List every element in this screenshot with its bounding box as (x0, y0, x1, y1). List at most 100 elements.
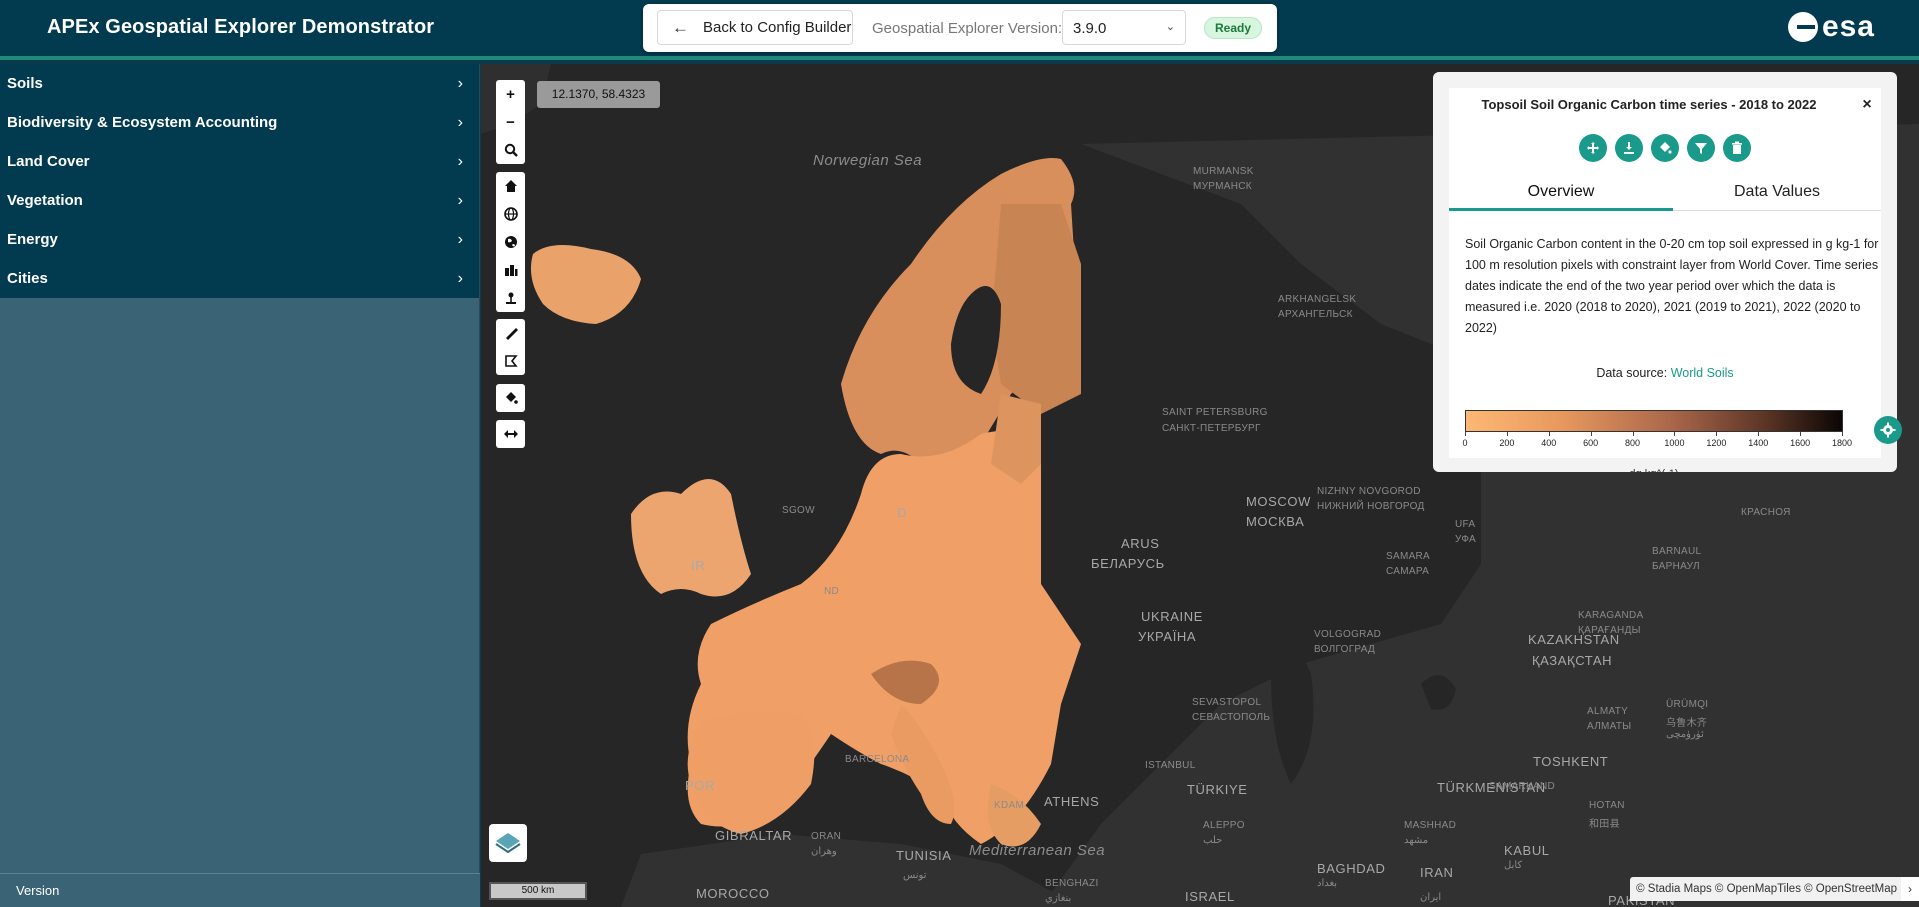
map-label: НИЖНИЙ НОВГОРОД (1317, 501, 1425, 512)
version-value: 3.9.0 (1073, 20, 1107, 37)
version-bar: ← Back to Config Builder Geospatial Expl… (643, 4, 1277, 52)
legend-tick-label: 800 (1625, 438, 1641, 448)
uk-ireland-coverage (631, 479, 751, 597)
legend-tick (1674, 432, 1676, 436)
trash-icon (1732, 141, 1742, 154)
style-button[interactable] (1651, 134, 1679, 162)
close-button[interactable]: × (1857, 95, 1877, 115)
city-button[interactable] (496, 256, 525, 284)
finland-coverage (991, 204, 1081, 414)
map-label: СЕВАСТОПОЛЬ (1192, 712, 1271, 723)
map-label: ÜRÜMQI (1666, 699, 1709, 710)
sidebar-item-soils[interactable]: Soils › (0, 64, 479, 103)
legend-settings-button[interactable] (1874, 416, 1902, 444)
map-label: BARCELONA (845, 754, 910, 765)
back-to-config-button[interactable]: ← Back to Config Builder (657, 10, 853, 45)
zoom-in-button[interactable]: + (496, 80, 525, 108)
legend-tick-label: 0 (1462, 438, 1468, 448)
chevron-right-icon: › (457, 152, 463, 170)
panel-tabs: Overview Data Values (1449, 173, 1881, 211)
legend-tick (1465, 432, 1466, 436)
map-label: D (897, 505, 907, 520)
chevron-right-icon: › (457, 230, 463, 248)
measure-toolbar (496, 319, 525, 375)
legend-tick-label: 400 (1541, 438, 1557, 448)
map-label: بنغازي (1045, 893, 1072, 904)
sidebar-item-biodiversity[interactable]: Biodiversity & Ecosystem Accounting › (0, 103, 479, 142)
sidebar-footer: Version (0, 873, 480, 907)
gear-icon (1880, 422, 1896, 438)
download-button[interactable] (1615, 134, 1643, 162)
chevron-right-icon: › (457, 269, 463, 287)
esa-logo-icon (1787, 12, 1818, 42)
arrow-left-icon: ← (672, 17, 689, 37)
panel-actions (1449, 134, 1881, 162)
map-label: GIBRALTAR (715, 828, 793, 843)
map-label: UKRAINE (1141, 609, 1203, 624)
zoom-search-button[interactable] (496, 136, 525, 164)
version-label: Geospatial Explorer Version: (872, 20, 1063, 37)
data-source-link[interactable]: World Soils (1671, 366, 1734, 380)
delete-button[interactable] (1723, 134, 1751, 162)
map-label: ORAN (811, 831, 842, 842)
paint-button[interactable] (496, 384, 525, 412)
sidebar: Soils › Biodiversity & Ecosystem Account… (0, 64, 480, 907)
map-label: SAMARKAND (1489, 781, 1556, 792)
app-title: APEx Geospatial Explorer Demonstrator (47, 16, 435, 38)
map-label: SAINT PETERSBURG (1162, 407, 1268, 418)
sidebar-item-label: Energy (7, 231, 58, 248)
map-label: ВОЛГОГРАД (1314, 644, 1376, 655)
polygon-icon (504, 355, 518, 367)
chevron-right-icon[interactable]: › (1901, 877, 1919, 901)
map-label: SAMARA (1386, 551, 1431, 562)
filter-button[interactable] (1687, 134, 1715, 162)
map-label: ҚАРАҒАНДЫ (1578, 625, 1641, 636)
home-button[interactable] (496, 172, 525, 200)
map-label: MASHHAD (1404, 820, 1457, 831)
swipe-compare-button[interactable] (496, 420, 525, 448)
earth-view-button[interactable] (496, 228, 525, 256)
sidebar-item-label: Soils (7, 75, 43, 92)
layer-switcher-button[interactable] (489, 824, 527, 862)
map-label: VOLGOGRAD (1314, 629, 1382, 640)
map-label: MURMANSK (1193, 166, 1254, 177)
legend-tick-label: 1800 (1831, 438, 1853, 448)
sidebar-item-vegetation[interactable]: Vegetation › (0, 181, 479, 220)
measure-distance-button[interactable] (496, 319, 525, 347)
map-label: БЕЛАРУСЬ (1091, 556, 1165, 571)
download-icon (1624, 142, 1634, 154)
map-label: ئۈرۈمچى (1666, 729, 1704, 740)
map-label: KARAGANDA (1578, 610, 1644, 621)
legend-color-ramp (1465, 410, 1843, 432)
zoom-out-button[interactable]: − (496, 108, 525, 136)
legend-tick (1758, 432, 1760, 436)
globe-button[interactable] (496, 200, 525, 228)
earth-icon (504, 236, 517, 248)
sidebar-item-cities[interactable]: Cities › (0, 259, 479, 298)
map-label: SEVASTOPOL (1192, 697, 1262, 708)
navigation-toolbar (496, 172, 525, 312)
map-label: SGOW (782, 505, 815, 516)
map-label: ایران (1420, 892, 1442, 903)
chevron-right-icon: › (457, 113, 463, 131)
measure-area-button[interactable] (496, 347, 525, 375)
location-button[interactable] (496, 284, 525, 312)
move-button[interactable] (1579, 134, 1607, 162)
version-select[interactable]: 3.9.0 ⌄ (1062, 10, 1186, 45)
map-label: كابل (1504, 860, 1523, 871)
sidebar-item-energy[interactable]: Energy › (0, 220, 479, 259)
data-source-label: Data source: (1596, 366, 1668, 380)
status-badge: Ready (1204, 17, 1263, 39)
map-label: تونس (903, 870, 927, 881)
legend-tick (1590, 432, 1592, 436)
scale-bar: 500 km (489, 882, 587, 900)
chevron-down-icon: ⌄ (1165, 21, 1175, 33)
sidebar-item-land-cover[interactable]: Land Cover › (0, 142, 479, 181)
legend-tick (1632, 432, 1634, 436)
version-footer: Version (16, 883, 60, 898)
map-label: АРХАНГЕЛЬСК (1278, 309, 1353, 320)
chevron-right-icon: › (457, 191, 463, 209)
tab-overview[interactable]: Overview (1449, 173, 1673, 211)
map-label: BENGHAZI (1045, 878, 1099, 889)
tab-data-values[interactable]: Data Values (1673, 173, 1881, 211)
